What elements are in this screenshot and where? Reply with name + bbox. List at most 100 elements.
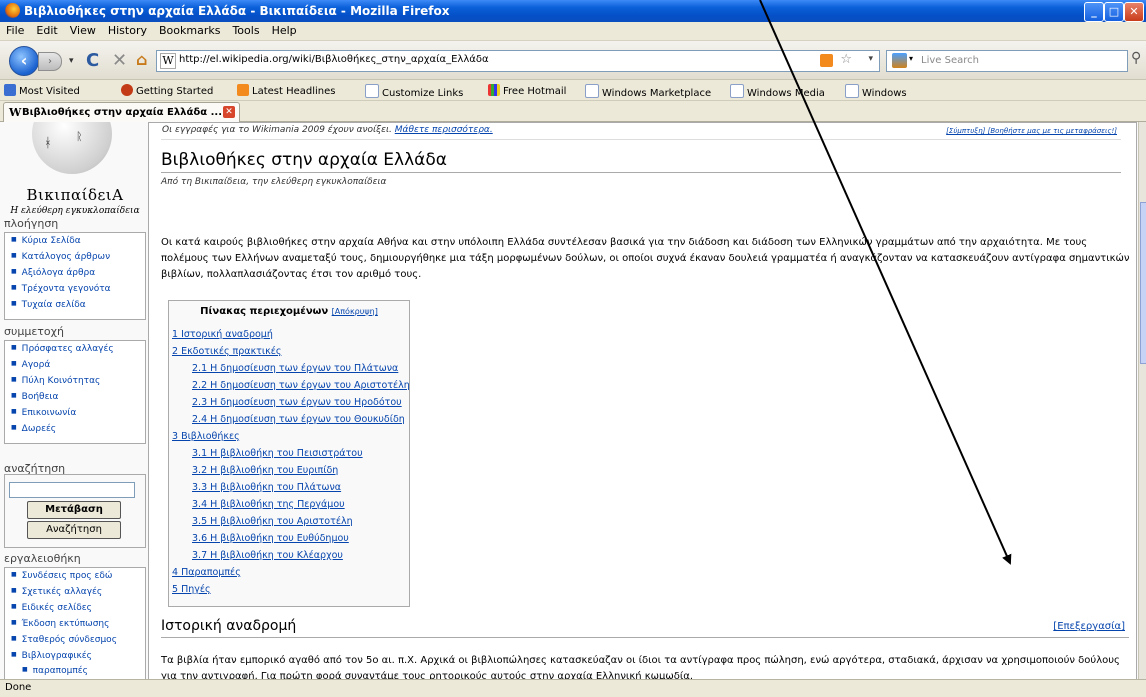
url-dropdown-icon[interactable]: ▾	[868, 54, 873, 64]
toc-link[interactable]: 2.3 Η δημοσίευση των έργων του Ηροδότου	[192, 397, 402, 408]
toc-link[interactable]: 2.2 Η δημοσίευση των έργων του Αριστοτέλ…	[192, 380, 410, 391]
sidebar-item-featured[interactable]: Αξιόλογα άρθρα	[11, 268, 95, 278]
forward-button[interactable]: ›	[38, 52, 62, 71]
sidebar-item-community-portal[interactable]: Πύλη Κοινότητας	[11, 376, 101, 386]
menu-bookmarks[interactable]: Bookmarks	[153, 22, 226, 37]
page-title: Βιβλιοθήκες στην αρχαία Ελλάδα	[161, 150, 1121, 173]
bookmark-windows-marketplace[interactable]: Windows Marketplace	[585, 84, 711, 99]
search-box[interactable]: ▾ Live Search	[886, 50, 1128, 72]
home-icon[interactable]: ⌂	[136, 50, 147, 69]
sidebar-item-printable[interactable]: Έκδοση εκτύπωσης	[11, 619, 110, 629]
toc-title: Πίνακας περιεχομένων	[200, 306, 329, 317]
sidebar-item-related-changes[interactable]: Σχετικές αλλαγές	[11, 587, 103, 597]
bookmark-windows[interactable]: Windows	[845, 84, 907, 99]
vertical-scrollbar[interactable]	[1138, 122, 1146, 679]
go-button[interactable]: Μετάβαση	[27, 501, 121, 519]
menu-edit[interactable]: Edit	[30, 22, 63, 37]
sidebar-item-contact[interactable]: Επικοινωνία	[11, 408, 77, 418]
wikipedia-logo[interactable]: ᚼ ᚱ	[12, 122, 132, 178]
sidebar-item-main-page[interactable]: Κύρια Σελίδα	[11, 236, 81, 246]
stop-icon[interactable]: ✕	[112, 50, 127, 71]
toc-link[interactable]: 3.3 Η βιβλιοθήκη του Πλάτωνα	[192, 482, 341, 493]
bookmark-customize-links[interactable]: Customize Links	[365, 84, 463, 99]
menu-file[interactable]: File	[0, 22, 30, 37]
page-subtitle: Από τη Βικιπαίδεια, την ελεύθερη εγκυκλο…	[161, 177, 387, 187]
toc-link[interactable]: 3.7 Η βιβλιοθήκη του Κλέαρχου	[192, 550, 343, 561]
nav-portlet: Κύρια Σελίδα Κατάλογος άρθρων Αξιόλογα ά…	[4, 232, 146, 320]
notice-link[interactable]: Μάθετε περισσότερα.	[395, 125, 493, 135]
sidebar-item-permanent-link[interactable]: Σταθερός σύνδεσμος	[11, 635, 117, 645]
toc-link[interactable]: 4 Παραπομπές	[172, 567, 241, 578]
maximize-button[interactable]: □	[1104, 2, 1124, 22]
search-portlet: Μετάβαση Αναζήτηση	[4, 474, 146, 548]
sidebar-item-donate[interactable]: Δωρεές	[11, 424, 56, 434]
url-text[interactable]: http://el.wikipedia.org/wiki/Βιβλιοθήκες…	[179, 54, 489, 65]
tab-active[interactable]: W Βιβλιοθήκες στην αρχαία Ελλάδα ... ✕	[3, 102, 240, 122]
firefox-logo-icon	[5, 3, 20, 18]
page-icon	[365, 84, 379, 98]
sidebar-item-article-list[interactable]: Κατάλογος άρθρων	[11, 252, 110, 262]
bookmark-latest-headlines[interactable]: Latest Headlines	[237, 84, 336, 97]
bookmark-star-icon[interactable]: ☆	[840, 52, 852, 67]
toc-hide-link[interactable]: [Απόκρυψη]	[332, 307, 378, 316]
sidebar-item-recent-changes[interactable]: Πρόσφατες αλλαγές	[11, 344, 114, 354]
tab-bar: W Βιβλιοθήκες στην αρχαία Ελλάδα ... ✕	[0, 101, 1146, 122]
bookmark-getting-started[interactable]: Getting Started	[121, 84, 213, 97]
sidebar-item-help[interactable]: Βοήθεια	[11, 392, 59, 402]
toc-link[interactable]: 2.4 Η δημοσίευση των έργων του Θουκυδίδη	[192, 414, 405, 425]
menu-history[interactable]: History	[102, 22, 153, 37]
window-title: Βιβλιοθήκες στην αρχαία Ελλάδα - Βικιπαί…	[24, 4, 450, 18]
msn-icon	[488, 84, 500, 96]
nav-heading: πλοήγηση	[4, 217, 59, 230]
sidebar-item-what-links-here[interactable]: Συνδέσεις προς εδώ	[11, 571, 113, 581]
toc-link[interactable]: 3.1 Η βιβλιοθήκη του Πεισιστράτου	[192, 448, 363, 459]
toc-link[interactable]: 1 Ιστορική αναδρομή	[172, 329, 273, 340]
scrollbar-thumb[interactable]	[1140, 202, 1146, 364]
search-placeholder[interactable]: Live Search	[921, 55, 979, 66]
toc-link[interactable]: 3 Βιβλιοθήκες	[172, 431, 240, 442]
sidebar-item-special-pages[interactable]: Ειδικές σελίδες	[11, 603, 92, 613]
section-edit-link[interactable]: [Επεξεργασία]	[1053, 621, 1125, 632]
search-input[interactable]	[9, 482, 135, 498]
bookmark-free-hotmail[interactable]: Free Hotmail	[488, 84, 566, 97]
close-window-button[interactable]: ✕	[1124, 2, 1144, 22]
notice-actions: [Σύμπτυξη] [Βοηθήστε μας με τις μεταφράσ…	[946, 127, 1117, 135]
search-button[interactable]: Αναζήτηση	[27, 521, 121, 539]
sidebar-item-cite-tail[interactable]: παραπομπές	[22, 666, 88, 676]
reload-icon[interactable]: C	[86, 50, 99, 71]
menu-view[interactable]: View	[64, 22, 102, 37]
toc-link[interactable]: 3.2 Η βιβλιοθήκη του Ευριπίδη	[192, 465, 338, 476]
section-paragraph: Τα βιβλία ήταν εμπορικό αγαθό από τον 5ο…	[161, 655, 1120, 679]
sidebar-item-village-pump[interactable]: Αγορά	[11, 360, 51, 370]
toc-link[interactable]: 2.1 Η δημοσίευση των έργων του Πλάτωνα	[192, 363, 398, 374]
live-search-icon[interactable]	[892, 53, 907, 68]
menu-bar: File Edit View History Bookmarks Tools Help	[0, 22, 1146, 41]
site-tagline: Η ελεύθερη εγκυκλοπαίδεια	[10, 206, 140, 216]
page-icon	[585, 84, 599, 98]
back-button[interactable]: ‹	[9, 46, 39, 76]
menu-help[interactable]: Help	[266, 22, 303, 37]
participate-portlet: Πρόσφατες αλλαγές Αγορά Πύλη Κοινότητας …	[4, 340, 146, 444]
toc-link[interactable]: 5 Πηγές	[172, 584, 211, 595]
sidebar-item-current-events[interactable]: Τρέχοντα γεγονότα	[11, 284, 111, 294]
search-engine-dropdown-icon[interactable]: ▾	[909, 54, 913, 63]
rss-feed-icon[interactable]	[820, 54, 833, 67]
url-bar[interactable]: W http://el.wikipedia.org/wiki/Βιβλιοθήκ…	[156, 50, 880, 72]
history-dropdown-icon[interactable]: ▾	[69, 56, 74, 66]
search-magnifier-icon[interactable]: ⚲	[1131, 50, 1141, 66]
bookmark-most-visited[interactable]: Most Visited	[4, 84, 80, 97]
toc-link[interactable]: 3.4 Η βιβλιοθήκη της Περγάμου	[192, 499, 345, 510]
toc-link[interactable]: 3.5 Η βιβλιοθήκη του Αριστοτέλη	[192, 516, 353, 527]
minimize-button[interactable]: _	[1084, 2, 1104, 22]
menu-tools[interactable]: Tools	[226, 22, 265, 37]
sidebar-item-random[interactable]: Τυχαία σελίδα	[11, 300, 86, 310]
page-icon	[845, 84, 859, 98]
tab-close-icon[interactable]: ✕	[223, 106, 235, 118]
sidebar-item-cite[interactable]: Βιβλιογραφικές	[11, 651, 92, 661]
participate-heading: συμμετοχή	[4, 325, 64, 338]
toolbox-portlet: Συνδέσεις προς εδώ Σχετικές αλλαγές Ειδι…	[4, 567, 146, 679]
toc-link[interactable]: 3.6 Η βιβλιοθήκη του Ευθύδημου	[192, 533, 349, 544]
window-title-bar[interactable]: Βιβλιοθήκες στην αρχαία Ελλάδα - Βικιπαί…	[0, 0, 1146, 22]
bookmark-windows-media[interactable]: Windows Media	[730, 84, 825, 99]
toc-link[interactable]: 2 Εκδοτικές πρακτικές	[172, 346, 281, 357]
